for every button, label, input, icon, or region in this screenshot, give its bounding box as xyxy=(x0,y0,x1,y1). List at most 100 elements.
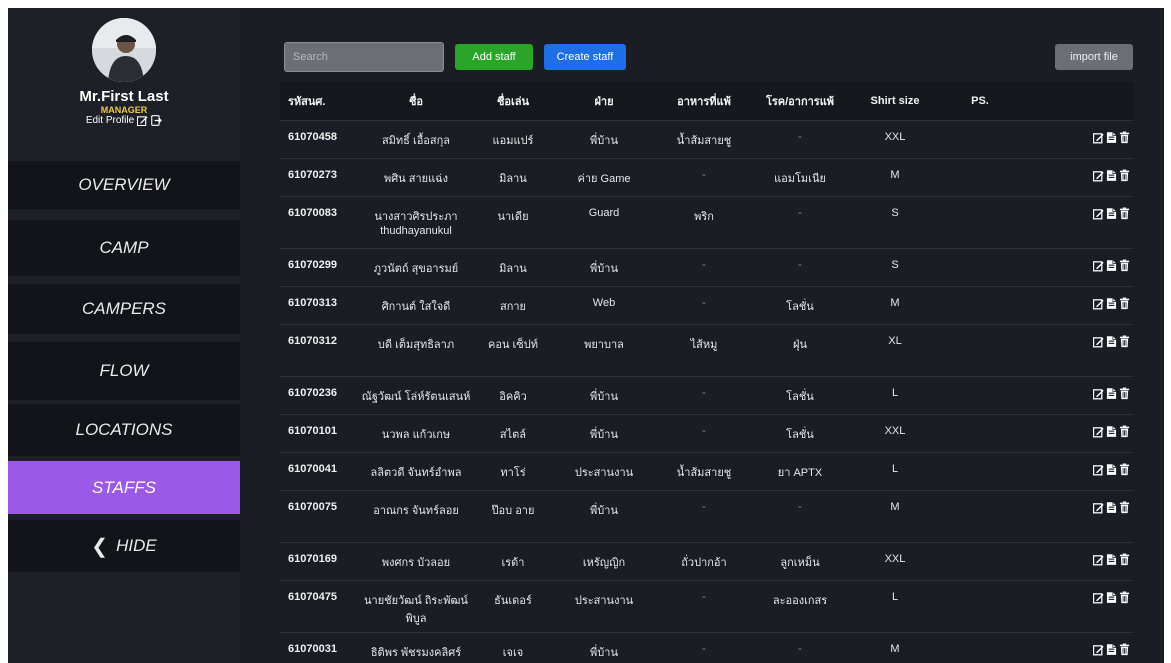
cell-ps xyxy=(942,541,1018,580)
edit-icon[interactable] xyxy=(1093,335,1104,348)
cell-actions xyxy=(1018,195,1134,248)
document-icon[interactable] xyxy=(1106,207,1117,220)
staff-table-body: 61070458 สมิทธิ์ เอื้อสกุล แอมแปร์ พี่บ้านน… xyxy=(280,119,1134,663)
cell-shirt-size: S xyxy=(848,247,942,286)
document-icon[interactable] xyxy=(1106,259,1117,272)
edit-profile-label: Edit Profile xyxy=(85,115,135,126)
edit-icon[interactable] xyxy=(1093,259,1104,272)
cell-student-id: 61070475 xyxy=(280,579,358,632)
cell-shirt-size: XL xyxy=(848,323,942,376)
cell-nickname: ป๊อบ อาย xyxy=(474,489,552,542)
edit-icon[interactable] xyxy=(1093,553,1104,566)
cell-student-id: 61070169 xyxy=(280,541,358,580)
cell-actions xyxy=(1018,157,1134,196)
document-icon[interactable] xyxy=(1106,463,1117,476)
edit-icon[interactable] xyxy=(1093,207,1104,220)
cell-actions xyxy=(1018,375,1134,414)
cell-shirt-size: S xyxy=(848,195,942,248)
cell-ps xyxy=(942,323,1018,376)
staff-table: รหัสนศ. ชื่อ ชื่อเล่น ฝ่าย อาหารที่แพ้ โ… xyxy=(280,82,1134,663)
import-file-button[interactable]: import file xyxy=(1055,44,1133,70)
trash-icon[interactable] xyxy=(1119,131,1130,144)
cell-ps xyxy=(942,375,1018,414)
logout-icon[interactable] xyxy=(151,115,163,126)
document-icon[interactable] xyxy=(1106,297,1117,310)
edit-icon[interactable] xyxy=(1093,643,1104,656)
document-icon[interactable] xyxy=(1106,425,1117,438)
trash-icon[interactable] xyxy=(1119,169,1130,182)
cell-nickname: เจเจ xyxy=(474,631,552,663)
cell-actions xyxy=(1018,489,1134,542)
trash-icon[interactable] xyxy=(1119,591,1130,604)
trash-icon[interactable] xyxy=(1119,387,1130,400)
cell-shirt-size: XXL xyxy=(848,119,942,158)
nav-camp[interactable]: CAMP xyxy=(8,220,240,276)
nav-overview[interactable]: OVERVIEW xyxy=(8,161,240,209)
trash-icon[interactable] xyxy=(1119,553,1130,566)
edit-icon[interactable] xyxy=(137,115,148,126)
edit-icon[interactable] xyxy=(1093,131,1104,144)
cell-nickname: ทาโร่ xyxy=(474,451,552,490)
cell-student-id: 61070236 xyxy=(280,375,358,414)
edit-icon[interactable] xyxy=(1093,169,1104,182)
cell-actions xyxy=(1018,323,1134,376)
nav-campers[interactable]: CAMPERS xyxy=(8,284,240,334)
cell-name: นายชัยวัฒน์ ถิระพัฒน์ พิบูล xyxy=(358,579,474,632)
cell-shirt-size: L xyxy=(848,375,942,414)
trash-icon[interactable] xyxy=(1119,259,1130,272)
trash-icon[interactable] xyxy=(1119,335,1130,348)
edit-icon[interactable] xyxy=(1093,387,1104,400)
row-actions xyxy=(1018,335,1134,348)
cell-food-allergy: - xyxy=(656,413,752,452)
edit-icon[interactable] xyxy=(1093,463,1104,476)
cell-disease-allergy: - xyxy=(752,195,848,248)
edit-icon[interactable] xyxy=(1093,425,1104,438)
cell-name: ธิติพร พัชรมงคลิศร์ xyxy=(358,631,474,663)
cell-ps xyxy=(942,195,1018,248)
trash-icon[interactable] xyxy=(1119,207,1130,220)
document-icon[interactable] xyxy=(1106,591,1117,604)
trash-icon[interactable] xyxy=(1119,643,1130,656)
document-icon[interactable] xyxy=(1106,643,1117,656)
document-icon[interactable] xyxy=(1106,387,1117,400)
edit-icon[interactable] xyxy=(1093,297,1104,310)
edit-icon[interactable] xyxy=(1093,501,1104,514)
table-row: 61070083 นางสาวศิรประภา thudhayanukul นาเด… xyxy=(280,195,1134,248)
trash-icon[interactable] xyxy=(1119,501,1130,514)
cell-shirt-size: M xyxy=(848,489,942,542)
header-disease-allergy: โรค/อาการแพ้ xyxy=(765,95,835,108)
edit-profile-link[interactable]: Edit Profile xyxy=(8,115,240,126)
edit-icon[interactable] xyxy=(1093,591,1104,604)
cell-disease-allergy: - xyxy=(752,247,848,286)
cell-actions xyxy=(1018,285,1134,324)
cell-nickname: สไตล์ xyxy=(474,413,552,452)
cell-student-id: 61070075 xyxy=(280,489,358,542)
cell-food-allergy: - xyxy=(656,375,752,414)
nav-locations[interactable]: LOCATIONS xyxy=(8,404,240,456)
cell-ps xyxy=(942,285,1018,324)
add-staff-button[interactable]: Add staff xyxy=(455,44,533,70)
nav-staffs[interactable]: STAFFS xyxy=(8,461,240,514)
trash-icon[interactable] xyxy=(1119,463,1130,476)
avatar[interactable] xyxy=(92,18,156,82)
trash-icon[interactable] xyxy=(1119,425,1130,438)
document-icon[interactable] xyxy=(1106,169,1117,182)
cell-nickname: มิลาน xyxy=(474,247,552,286)
document-icon[interactable] xyxy=(1106,501,1117,514)
nav-flow[interactable]: FLOW xyxy=(8,342,240,400)
cell-disease-allergy: - xyxy=(752,119,848,158)
profile-name: Mr.First Last xyxy=(79,88,169,105)
cell-nickname: คอน เซ็ปท์ xyxy=(474,323,552,376)
document-icon[interactable] xyxy=(1106,335,1117,348)
cell-name: พศิน สายแฉ่ง xyxy=(358,157,474,196)
create-staff-button[interactable]: Create staff xyxy=(544,44,626,70)
document-icon[interactable] xyxy=(1106,553,1117,566)
row-actions xyxy=(1018,553,1134,566)
document-icon[interactable] xyxy=(1106,131,1117,144)
cell-ps xyxy=(942,413,1018,452)
cell-nickname: สกาย xyxy=(474,285,552,324)
trash-icon[interactable] xyxy=(1119,297,1130,310)
search-input[interactable] xyxy=(284,42,444,72)
cell-food-allergy: น้ำส้มสายชู xyxy=(656,119,752,158)
nav-hide[interactable]: ❮ HIDE xyxy=(8,520,240,572)
